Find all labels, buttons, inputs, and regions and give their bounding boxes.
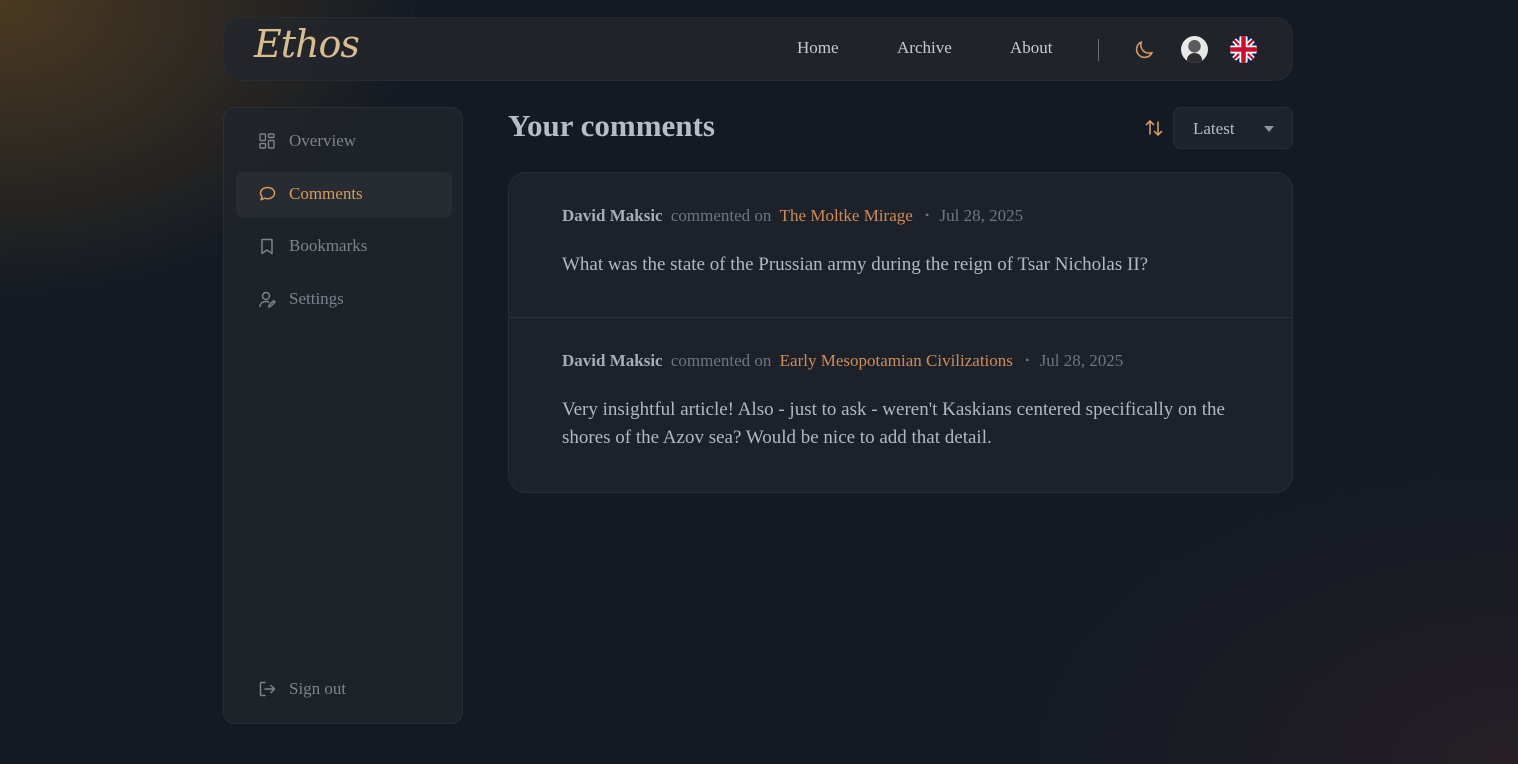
moon-icon[interactable]	[1132, 38, 1156, 62]
sign-out-icon	[259, 681, 276, 697]
sort-select[interactable]: Latest	[1173, 107, 1293, 149]
comment-author: David Maksic	[562, 206, 663, 225]
nav-archive-link[interactable]: Archive	[897, 38, 952, 58]
user-settings-icon	[259, 291, 276, 308]
avatar[interactable]	[1181, 36, 1208, 63]
sidebar-item-label: Bookmarks	[289, 236, 368, 255]
comment-verb: commented on	[670, 351, 772, 370]
sort-icon[interactable]	[1144, 118, 1164, 142]
top-navbar: Ethos Home Archive About	[223, 17, 1293, 81]
uk-flag-icon[interactable]	[1230, 36, 1257, 63]
sort-select-value: Latest	[1193, 119, 1235, 138]
comment-author: David Maksic	[562, 351, 663, 370]
page-title: Your comments	[508, 108, 715, 143]
comment-verb: commented on	[670, 206, 772, 225]
comment-date: Jul 28, 2025	[1039, 351, 1124, 370]
comment-article-link[interactable]: Early Mesopotamian Civilizations	[780, 351, 1013, 370]
caret-down-icon	[1264, 126, 1274, 132]
meta-separator: •	[1025, 353, 1030, 367]
sidebar-item-label: Overview	[289, 131, 357, 150]
comment-item: David Maksic commented on Early Mesopota…	[509, 318, 1292, 492]
nav-about-link[interactable]: About	[1010, 38, 1053, 58]
comment-text: What was the state of the Prussian army …	[562, 254, 1149, 275]
grid-icon	[259, 133, 275, 149]
sidebar: Overview Comments Bookmarks Settings Sig…	[223, 107, 463, 724]
site-logo[interactable]: Ethos	[254, 22, 360, 66]
nav-home-link[interactable]: Home	[797, 38, 839, 58]
sidebar-item-overview[interactable]: Overview	[236, 119, 452, 165]
sign-out-button[interactable]: Sign out	[236, 667, 452, 713]
nav-divider	[1098, 39, 1099, 61]
comment-article-link[interactable]: The Moltke Mirage	[780, 206, 913, 225]
comment-item: David Maksic commented on The Moltke Mir…	[509, 173, 1292, 318]
sidebar-item-label: Settings	[289, 289, 344, 308]
bookmark-icon	[261, 238, 273, 255]
comment-text: Very insightful article! Also - just to …	[562, 399, 1225, 448]
comments-list: David Maksic commented on The Moltke Mir…	[508, 172, 1293, 493]
sidebar-item-settings[interactable]: Settings	[236, 277, 452, 323]
comment-meta: David Maksic commented on Early Mesopota…	[562, 351, 1123, 371]
comment-meta: David Maksic commented on The Moltke Mir…	[562, 206, 1023, 226]
meta-separator: •	[925, 208, 930, 222]
sidebar-item-comments[interactable]: Comments	[236, 172, 452, 218]
sign-out-label: Sign out	[289, 679, 347, 698]
comment-date: Jul 28, 2025	[939, 206, 1024, 225]
chat-bubble-icon	[259, 186, 276, 201]
sidebar-item-bookmarks[interactable]: Bookmarks	[236, 224, 452, 270]
sidebar-item-label: Comments	[289, 184, 363, 203]
